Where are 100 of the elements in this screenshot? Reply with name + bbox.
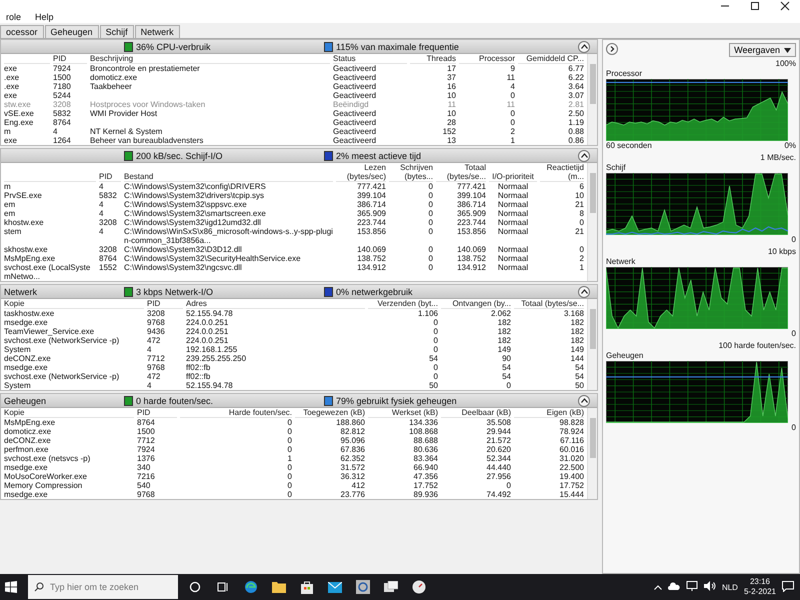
chevron-up-icon [580, 398, 588, 403]
column-header[interactable]: Ontvangen (by... [441, 299, 511, 308]
column-header[interactable]: PID [147, 299, 183, 308]
clock-time[interactable]: 23:16 [750, 577, 770, 587]
table-cell-text: 777.421 [356, 182, 386, 191]
table-cell-text: 153.856 [356, 227, 386, 236]
table-cell-text: svchost.exe (LocalSystemNetwo... [4, 263, 92, 281]
table-cell-text: Geactiveerd [333, 127, 378, 136]
table-cell-text: 9768 [147, 363, 166, 372]
column-header[interactable]: Lezen (bytes/sec) [336, 163, 386, 181]
column-header[interactable]: Kopie [4, 408, 134, 417]
tab[interactable]: Netwerk [134, 25, 180, 38]
column-header[interactable]: Deelbaar (kB) [441, 408, 511, 417]
table-cell-text: System [4, 345, 32, 354]
column-header[interactable]: Kopie [4, 299, 144, 308]
graph-scale-label: 0 [792, 235, 796, 245]
clock-date[interactable]: 5-2-2021 [744, 587, 776, 597]
table-cell-text: 3.07 [567, 91, 584, 100]
column-header[interactable]: Adres [186, 299, 365, 308]
table-cell-text: 7712 [137, 436, 156, 445]
graph-scale-label: 1 MB/sec. [760, 153, 796, 163]
table-cell-text: 3.64 [567, 82, 584, 91]
cloud-icon[interactable] [668, 582, 680, 592]
table-cell-text: taskhostw.exe [4, 309, 56, 318]
column-header[interactable]: Totaal (bytes/se... [436, 163, 486, 181]
table-cell-text: 7712 [147, 354, 166, 363]
column-header[interactable]: I/O-prioriteit [489, 172, 537, 181]
tab[interactable]: Geheugen [44, 25, 99, 38]
table-cell-text: 8764 [137, 418, 156, 427]
column-header[interactable]: Beschrijving [90, 54, 330, 63]
table-cell-text: 44.440 [486, 463, 511, 472]
table-cell-text: 17 [446, 64, 456, 73]
table-cell-text: 95.096 [340, 436, 365, 445]
table-cell-text: 0 [428, 182, 433, 191]
table-cell-text: 21 [574, 200, 584, 209]
table-cell-text: C:\Windows\System32\smartscreen.exe [124, 209, 267, 218]
chevron-up-icon[interactable] [654, 582, 662, 592]
collapse-button[interactable] [578, 150, 590, 162]
table-cell-text: 3208 [99, 218, 118, 227]
column-header[interactable]: Bestand [124, 172, 333, 181]
network-icon[interactable] [686, 581, 698, 593]
table-cell-text: 0 [428, 227, 433, 236]
column-header[interactable]: Gemiddeld CP... [518, 54, 584, 63]
table-cell-text: 1552 [99, 263, 118, 272]
table-cell-text: C:\Windows\System32\drivers\tcpip.sys [124, 191, 266, 200]
menu-item[interactable]: Help [33, 12, 56, 23]
table-cell-text: svchost.exe (netsvcs -p) [4, 454, 92, 463]
table-cell-text: 0.88 [567, 127, 584, 136]
table-cell-text: 134.336 [408, 418, 438, 427]
panel-header-bar[interactable]: 200 kB/sec. Schijf-I/O 2% meest actieve tijd [1, 149, 597, 163]
column-header[interactable]: Totaal (bytes/se... [514, 299, 584, 308]
column-header[interactable]: Harde fouten/sec. [180, 408, 292, 417]
table-cell-text: C:\Windows\System32\igd12umd32.dll [124, 218, 262, 227]
table-cell-text: 224.0.0.251 [186, 327, 230, 336]
collapse-button[interactable] [578, 394, 590, 406]
scrollbar[interactable] [587, 54, 597, 145]
speaker-icon[interactable] [704, 581, 716, 593]
panel-header-bar[interactable]: Netwerk 3 kbps Netwerk-I/O 0% netwerkgebruik [1, 285, 597, 299]
search-field[interactable]: Typ hier om te zoeken [28, 575, 178, 599]
tab[interactable]: Schijf [100, 25, 134, 38]
views-dropdown[interactable]: Weergaven [729, 43, 796, 57]
tab[interactable]: ocessor [0, 25, 44, 38]
collapse-button[interactable] [578, 40, 590, 52]
table-cell-text: Normaal [496, 191, 530, 200]
table-cell-text: 2.062 [490, 309, 511, 318]
column-header[interactable]: PID [99, 172, 121, 181]
collapse-button[interactable] [578, 286, 590, 298]
column-header[interactable]: Status [333, 54, 407, 63]
notification-icon[interactable] [782, 580, 794, 594]
scrollbar[interactable] [587, 163, 597, 281]
table-cell-text: ff02::fb [186, 372, 212, 381]
language-indicator[interactable]: NLD [722, 582, 738, 592]
column-header[interactable]: Eigen (kB) [514, 408, 584, 417]
table-cell-text: 52.155.94.78 [186, 309, 234, 318]
panel-header-bar[interactable]: 36% CPU-verbruik 115% van maximale frequentie [1, 40, 597, 54]
column-header[interactable]: Reactietijd (m... [540, 163, 584, 181]
column-header[interactable]: Threads [410, 54, 456, 63]
table-cell-text: 1.106 [416, 309, 438, 318]
table-cell-text: 140.069 [456, 245, 486, 254]
table-cell-text: MsMpEng.exe [4, 254, 56, 263]
column-header[interactable]: PID [53, 54, 87, 63]
expand-icon[interactable] [606, 43, 618, 57]
column-header[interactable]: PID [137, 408, 177, 417]
table-cell-text: Normaal [496, 218, 530, 227]
table-cell-text: 0 [510, 109, 515, 118]
table-cell-text: 0 [286, 472, 292, 481]
table-cell-text: 60.016 [558, 445, 584, 454]
table-cell-text: 5832 [99, 191, 118, 200]
table-cell-text: 54 [501, 372, 511, 381]
table-cell-text: 28 [446, 118, 456, 127]
column-header[interactable]: Schrijven (bytes... [389, 163, 433, 181]
column-header[interactable]: Werkset (kB) [368, 408, 438, 417]
column-header[interactable]: Processor [459, 54, 515, 63]
table-cell-text: 19.400 [558, 472, 584, 481]
column-header[interactable]: Verzenden (byt... [368, 299, 438, 308]
panel-header-bar[interactable]: Geheugen 0 harde fouten/sec. 79% gebruikt fysiek geheugen [1, 394, 597, 408]
scrollbar[interactable] [587, 299, 597, 390]
scrollbar[interactable] [587, 408, 597, 499]
menu-item[interactable]: role [4, 12, 24, 23]
column-header[interactable]: Toegewezen (kB) [295, 408, 365, 417]
